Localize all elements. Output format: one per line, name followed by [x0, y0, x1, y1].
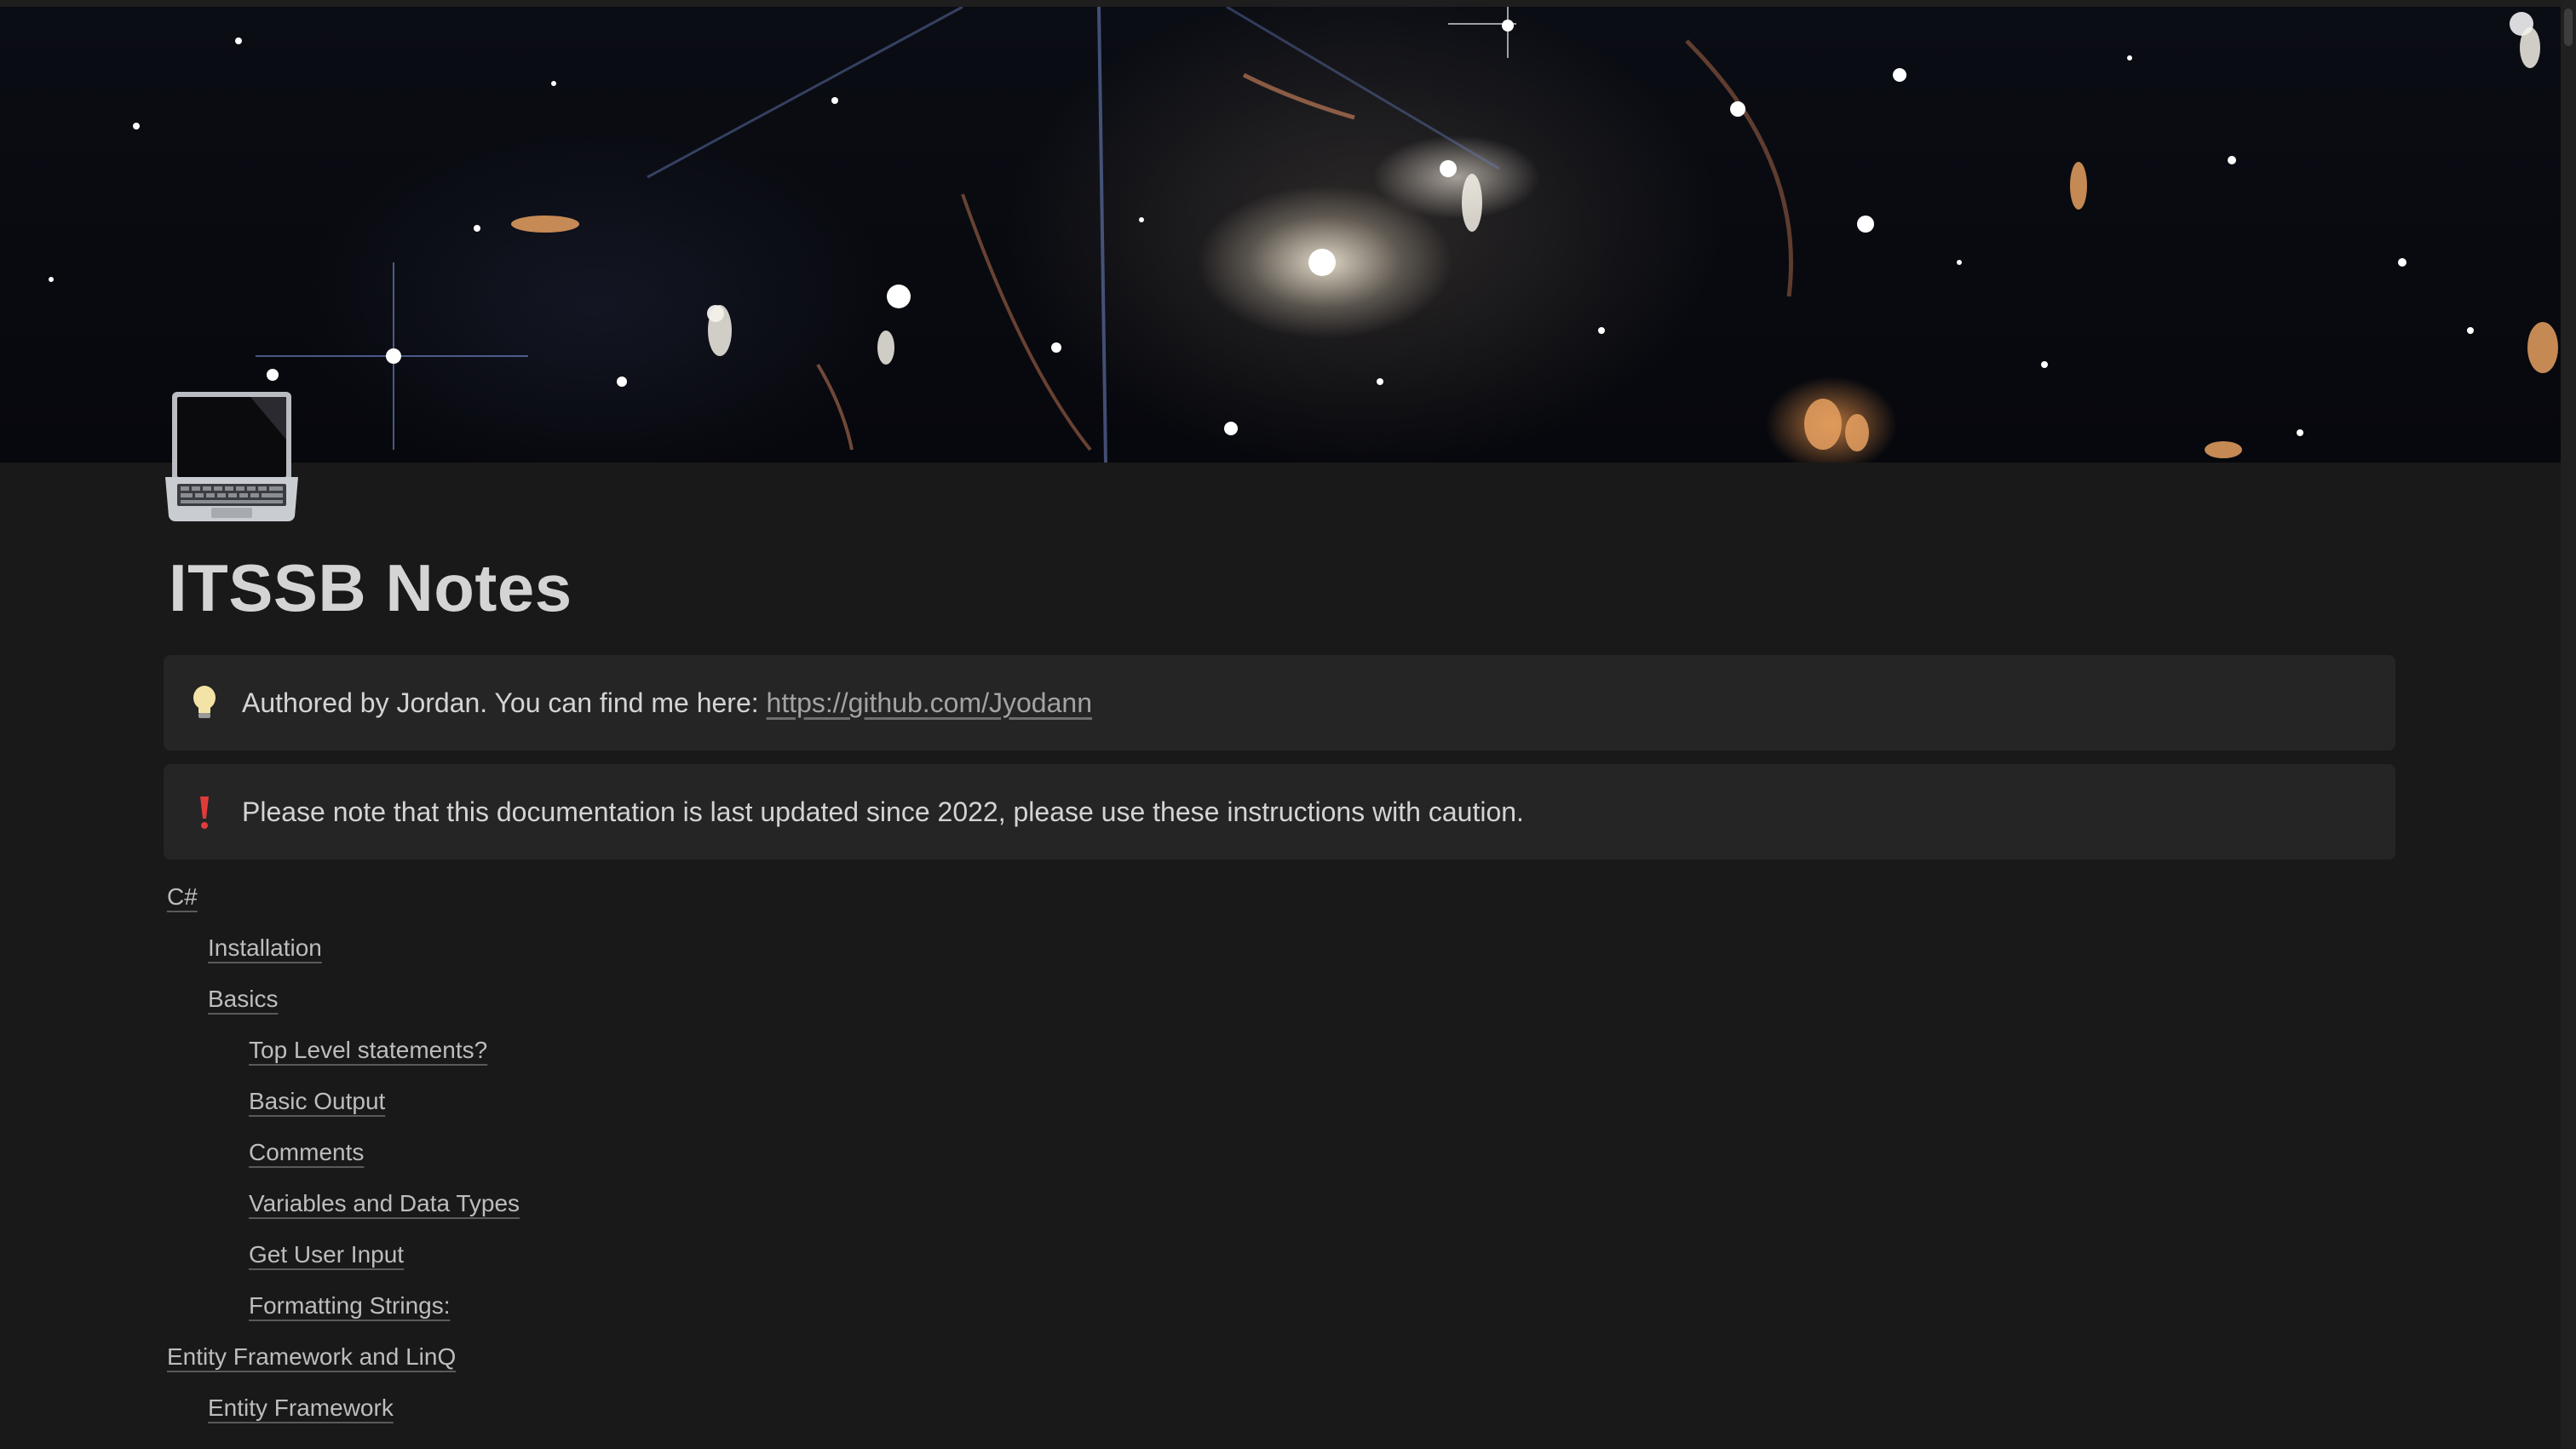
- author-callout-text: Authored by Jordan. You can find me here…: [242, 681, 1092, 725]
- toc-item-variables-data-types[interactable]: Variables and Data Types: [249, 1182, 520, 1225]
- toc-item-entity-framework[interactable]: Entity Framework: [208, 1387, 394, 1429]
- toc-item-get-user-input[interactable]: Get User Input: [249, 1233, 404, 1276]
- github-link[interactable]: https://github.com/Jyodann: [767, 687, 1092, 718]
- toc-item-top-level-statements[interactable]: Top Level statements?: [249, 1029, 487, 1072]
- lightbulb-icon: [189, 681, 223, 725]
- scrollbar-track[interactable]: [2561, 0, 2576, 1449]
- author-callout: Authored by Jordan. You can find me here…: [164, 655, 2395, 750]
- toc-item-formatting-strings[interactable]: Formatting Strings:: [249, 1285, 451, 1327]
- page-title[interactable]: ITSSB Notes: [169, 545, 572, 630]
- warning-callout: Please note that this documentation is l…: [164, 764, 2395, 860]
- toc-item-installation[interactable]: Installation: [208, 927, 322, 969]
- cover-starfield: [49, 7, 2558, 463]
- window-top-strip: [0, 0, 2576, 7]
- toc-item-basic-output[interactable]: Basic Output: [249, 1080, 385, 1123]
- cover-image[interactable]: [0, 7, 2561, 463]
- toc-item-comments[interactable]: Comments: [249, 1131, 364, 1174]
- laptop-icon[interactable]: [165, 388, 298, 525]
- exclamation-icon: [189, 790, 223, 834]
- toc-item-entity-framework-linq[interactable]: Entity Framework and LinQ: [167, 1336, 456, 1378]
- toc-item-csharp[interactable]: C#: [167, 876, 198, 918]
- scrollbar-thumb[interactable]: [2564, 9, 2573, 46]
- notion-page: ITSSB Notes Authored by Jordan. You can …: [0, 0, 2576, 1449]
- toc-item-basics[interactable]: Basics: [208, 978, 278, 1021]
- warning-callout-text: Please note that this documentation is l…: [242, 796, 1524, 827]
- author-text: Authored by Jordan. You can find me here…: [242, 687, 767, 718]
